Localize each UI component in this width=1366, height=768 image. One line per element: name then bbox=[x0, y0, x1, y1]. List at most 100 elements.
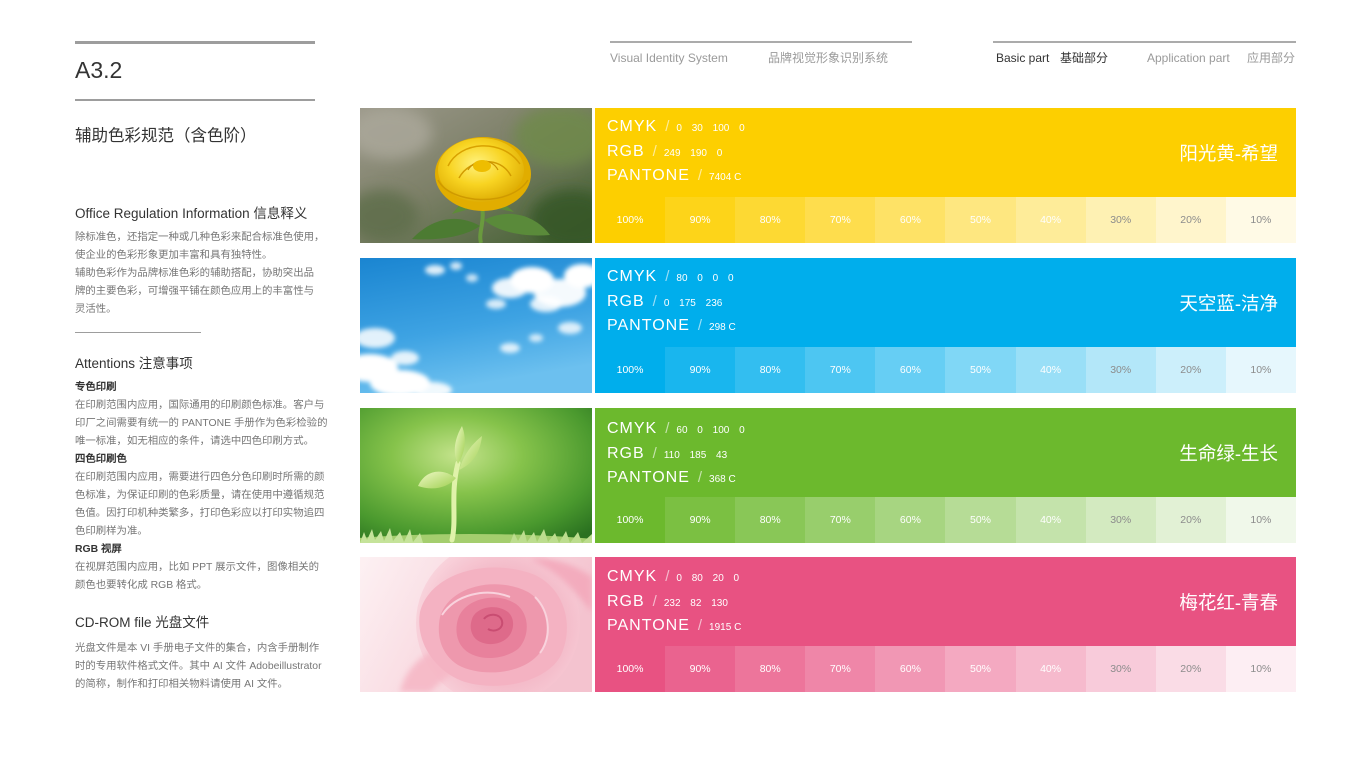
pantone-label: PANTONE bbox=[607, 167, 690, 184]
tint-swatch-40: 40% bbox=[1015, 646, 1086, 692]
cmyk-spec: CMYK / 0 80 20 0 bbox=[607, 565, 739, 589]
cmyk-label: CMYK bbox=[607, 568, 658, 585]
yellow-rose-photo bbox=[360, 108, 592, 243]
spot-color-title: 专色印刷 bbox=[75, 382, 117, 393]
info-paragraph: 除标准色，还指定一种或几种色彩来配合标准色使用， 使企业的色彩形象更加丰富和具有… bbox=[75, 229, 337, 319]
page-title: 辅助色彩规范（含色阶） bbox=[75, 127, 257, 145]
separator: / bbox=[652, 445, 657, 462]
tint-label: 60% bbox=[899, 663, 921, 675]
pantone-spec: PANTONE / 7404 C bbox=[607, 164, 741, 188]
text-line: 在印刷范围内应用，需要进行四色分色印刷时所需的颜 bbox=[75, 472, 325, 483]
header-rule-parts bbox=[993, 41, 1296, 43]
rgb-values: 232 82 130 bbox=[663, 598, 728, 609]
text-line: 使企业的色彩形象更加丰富和具有独特性。 bbox=[75, 250, 273, 261]
cmyk-spec: CMYK / 60 0 100 0 bbox=[607, 417, 745, 441]
cmyk-spec: CMYK / 0 30 100 0 bbox=[607, 115, 745, 139]
system-title-cn: 品牌视觉形象识别系统 bbox=[768, 51, 889, 65]
photo-frame bbox=[360, 258, 592, 393]
tint-swatch-50: 50% bbox=[945, 197, 1016, 243]
rgb-label: RGB bbox=[607, 593, 645, 610]
tint-swatch-60: 60% bbox=[875, 497, 946, 543]
rgb-values: 249 190 0 bbox=[663, 148, 723, 159]
photo-frame bbox=[360, 408, 592, 543]
text-line: 色标准，为保证印刷的色彩质量，请在使用中遵循规范 bbox=[75, 490, 325, 501]
basic-part-en: Basic part bbox=[996, 51, 1050, 65]
rgb-values: 0 175 236 bbox=[663, 298, 723, 309]
tint-swatch-50: 50% bbox=[945, 347, 1016, 393]
color-row-yellow: CMYK / 0 30 100 0 RGB / 249 190 0 PANTON… bbox=[360, 108, 1296, 243]
tint-label: 20% bbox=[1180, 364, 1202, 376]
pink-rose-photo bbox=[360, 557, 592, 692]
separator: / bbox=[652, 593, 657, 610]
tint-swatch-80: 80% bbox=[735, 347, 806, 393]
color-name: 梅花红-青春 bbox=[1179, 592, 1278, 613]
tint-swatch-20: 20% bbox=[1155, 197, 1226, 243]
tint-label: 70% bbox=[829, 663, 851, 675]
text-line: 色印刷样为准。 bbox=[75, 526, 148, 537]
code-rule bbox=[75, 99, 315, 101]
pantone-spec: PANTONE / 1915 C bbox=[607, 614, 741, 638]
tint-label: 30% bbox=[1110, 514, 1132, 526]
photo-frame bbox=[360, 108, 592, 243]
tint-label: 10% bbox=[1250, 514, 1272, 526]
tint-label: 100% bbox=[616, 663, 644, 675]
green-sprout-photo bbox=[360, 408, 592, 543]
pantone-value: 7404 C bbox=[709, 172, 742, 183]
tint-label: 30% bbox=[1110, 663, 1132, 675]
tint-label: 20% bbox=[1180, 514, 1202, 526]
tint-label: 100% bbox=[616, 214, 644, 226]
tint-swatch-10: 10% bbox=[1225, 347, 1296, 393]
tint-swatch-20: 20% bbox=[1155, 646, 1226, 692]
text-line: 除标准色，还指定一种或几种色彩来配合标准色使用， bbox=[75, 232, 325, 243]
tint-label: 70% bbox=[829, 214, 851, 226]
color-swatch-panel: CMYK / 60 0 100 0 RGB / 110 185 43 PANTO… bbox=[595, 408, 1296, 543]
tint-swatch-30: 30% bbox=[1085, 497, 1156, 543]
tint-label: 60% bbox=[899, 364, 921, 376]
cmyk-values: 60 0 100 0 bbox=[676, 425, 745, 436]
tint-swatch-10: 10% bbox=[1225, 646, 1296, 692]
rgb-values: 110 185 43 bbox=[663, 450, 728, 461]
text-line: 光盘文件是本 VI 手册电子文件的集合，内含手册制作 bbox=[75, 643, 320, 654]
tint-label: 70% bbox=[829, 514, 851, 526]
cdrom-body: 光盘文件是本 VI 手册电子文件的集合，内含手册制作 时的专用软件格式文件。其中… bbox=[75, 640, 337, 694]
separator: / bbox=[697, 317, 703, 334]
rgb-label: RGB bbox=[607, 143, 645, 160]
tint-label: 90% bbox=[689, 364, 711, 376]
color-swatch-panel: CMYK / 0 30 100 0 RGB / 249 190 0 PANTON… bbox=[595, 108, 1296, 243]
tint-swatch-100: 100% bbox=[595, 347, 666, 393]
tint-label: 10% bbox=[1250, 214, 1272, 226]
pantone-value: 368 C bbox=[709, 474, 736, 485]
color-swatch-panel: CMYK / 0 80 20 0 RGB / 232 82 130 PANTON… bbox=[595, 557, 1296, 692]
tint-label: 70% bbox=[829, 364, 851, 376]
pantone-label: PANTONE bbox=[607, 617, 690, 634]
pantone-spec: PANTONE / 298 C bbox=[607, 314, 736, 338]
tint-swatch-70: 70% bbox=[805, 197, 876, 243]
tint-label: 100% bbox=[616, 364, 644, 376]
color-name: 阳光黄-希望 bbox=[1179, 143, 1278, 164]
tint-swatch-10: 10% bbox=[1225, 197, 1296, 243]
tint-label: 50% bbox=[970, 514, 992, 526]
separator: / bbox=[652, 143, 657, 160]
tint-label: 40% bbox=[1040, 214, 1062, 226]
tint-swatch-70: 70% bbox=[805, 347, 876, 393]
tint-swatch-90: 90% bbox=[665, 646, 736, 692]
tint-swatch-30: 30% bbox=[1085, 347, 1156, 393]
cmyk-label: CMYK bbox=[607, 268, 658, 285]
tint-label: 60% bbox=[899, 514, 921, 526]
tint-label: 90% bbox=[689, 214, 711, 226]
tint-swatch-100: 100% bbox=[595, 497, 666, 543]
cmyk-spec: CMYK / 80 0 0 0 bbox=[607, 265, 734, 289]
tint-label: 20% bbox=[1180, 214, 1202, 226]
rgb-label: RGB bbox=[607, 293, 645, 310]
separator: / bbox=[697, 617, 703, 634]
tint-swatch-70: 70% bbox=[805, 497, 876, 543]
tint-swatch-50: 50% bbox=[945, 646, 1016, 692]
text-line: 在视屏范围内应用，比如 PPT 展示文件，图像相关的 bbox=[75, 562, 319, 573]
tint-scale: 100% 90% 80% 70% 60% 50% 40% 30% 20% 10% bbox=[595, 347, 1296, 393]
solid-swatch: CMYK / 0 30 100 0 RGB / 249 190 0 PANTON… bbox=[595, 108, 1296, 197]
tint-label: 50% bbox=[970, 214, 992, 226]
color-row-pink: CMYK / 0 80 20 0 RGB / 232 82 130 PANTON… bbox=[360, 557, 1296, 692]
tint-swatch-100: 100% bbox=[595, 197, 666, 243]
separator: / bbox=[665, 568, 670, 585]
tint-label: 50% bbox=[970, 663, 992, 675]
